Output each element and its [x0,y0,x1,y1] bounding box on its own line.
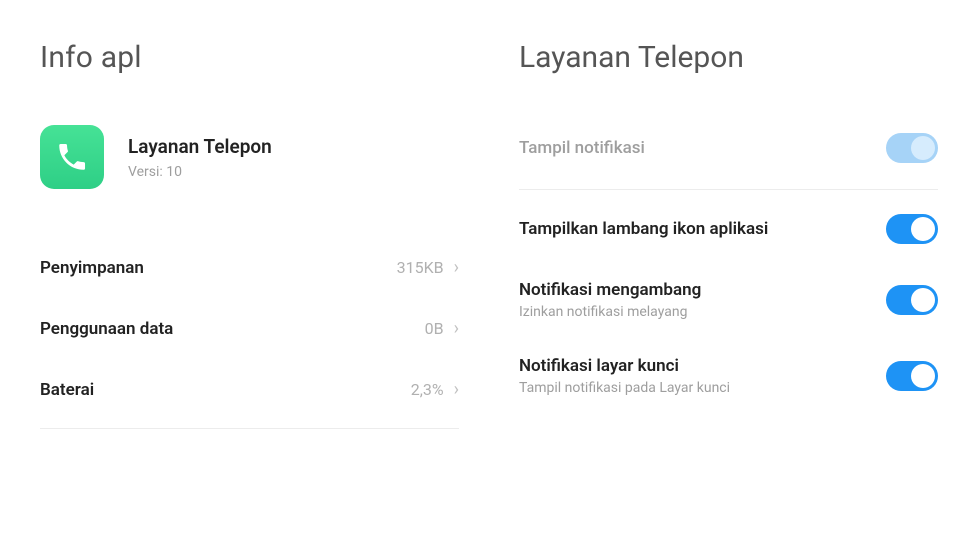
row-value: 315KB [397,258,444,277]
toggle-switch [886,133,938,163]
toggle-sub: Tampil notifikasi pada Layar kunci [519,380,886,396]
app-name: Layanan Telepon [128,135,272,158]
toggle-lockscreen-notif[interactable]: Notifikasi layar kunci Tampil notifikasi… [519,338,938,414]
row-value: 0B [425,319,444,338]
toggle-knob [911,288,935,312]
toggle-knob [911,364,935,388]
toggle-icon-badge[interactable]: Tampilkan lambang ikon aplikasi [519,196,938,262]
toggle-show-notifications: Tampil notifikasi [519,115,938,181]
row-storage[interactable]: Penyimpanan 315KB › [40,237,459,298]
chevron-right-icon: › [454,379,459,400]
row-battery[interactable]: Baterai 2,3% › [40,359,459,420]
notification-panel: Layanan Telepon Tampil notifikasi Tampil… [489,0,978,551]
divider [40,428,459,429]
chevron-right-icon: › [454,318,459,339]
toggle-label: Tampil notifikasi [519,138,886,158]
app-header: Layanan Telepon Versi: 10 [40,125,459,189]
toggle-knob [911,136,935,160]
app-meta: Layanan Telepon Versi: 10 [128,135,272,180]
row-data-usage[interactable]: Penggunaan data 0B › [40,298,459,359]
toggle-label: Notifikasi mengambang [519,280,886,300]
toggle-switch[interactable] [886,361,938,391]
toggle-sub: Izinkan notifikasi melayang [519,304,886,320]
phone-app-icon [40,125,104,189]
toggle-floating-notif[interactable]: Notifikasi mengambang Izinkan notifikasi… [519,262,938,338]
divider [519,189,938,190]
row-label: Penggunaan data [40,319,173,339]
app-info-panel: Info apl Layanan Telepon Versi: 10 Penyi… [0,0,489,551]
page-title: Info apl [40,40,459,75]
chevron-right-icon: › [454,257,459,278]
toggle-label: Tampilkan lambang ikon aplikasi [519,219,886,239]
row-label: Penyimpanan [40,258,144,278]
app-version: Versi: 10 [128,164,272,180]
page-title: Layanan Telepon [519,40,938,75]
row-value: 2,3% [411,380,444,399]
phone-icon [55,140,89,174]
toggle-label: Notifikasi layar kunci [519,356,886,376]
row-label: Baterai [40,380,94,400]
toggle-switch[interactable] [886,214,938,244]
toggle-switch[interactable] [886,285,938,315]
toggle-knob [911,217,935,241]
